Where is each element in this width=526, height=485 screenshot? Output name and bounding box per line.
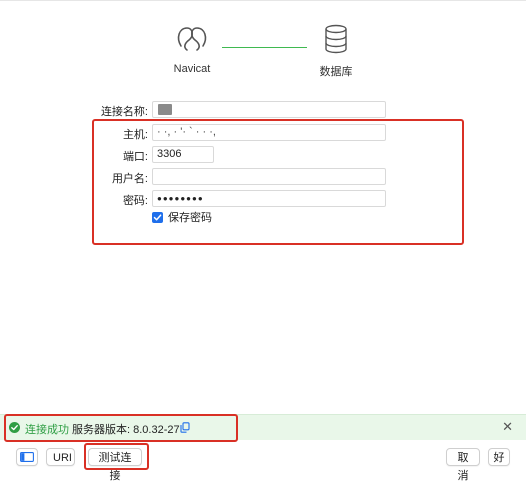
database-node: 数据库 [291, 24, 381, 79]
uri-button[interactable]: URI [46, 448, 75, 466]
sidebar-icon [20, 452, 34, 462]
navicat-label: Navicat [173, 63, 211, 75]
highlight-test-button-box [84, 443, 149, 470]
footer-bar: URI 测试连接 取消 好 [0, 440, 526, 482]
conn-name-row: 连接名称: [0, 101, 526, 119]
highlight-form-box [92, 119, 464, 245]
top-divider [0, 0, 526, 1]
navicat-node: Navicat [147, 24, 237, 75]
close-icon[interactable]: ✕ [502, 419, 513, 435]
cancel-button[interactable]: 取消 [446, 448, 480, 482]
connection-flow: Navicat 数据库 [0, 24, 526, 84]
navicat-logo-icon [177, 27, 207, 51]
conn-name-label: 连接名称: [100, 106, 148, 118]
sidebar-toggle-button[interactable] [16, 448, 38, 466]
database-icon [325, 24, 347, 54]
redacted-conn-name [158, 104, 172, 115]
conn-name-field[interactable] [152, 101, 386, 118]
ok-button[interactable]: 好 [488, 448, 510, 466]
database-label: 数据库 [319, 66, 353, 78]
highlight-status-box [4, 414, 238, 442]
